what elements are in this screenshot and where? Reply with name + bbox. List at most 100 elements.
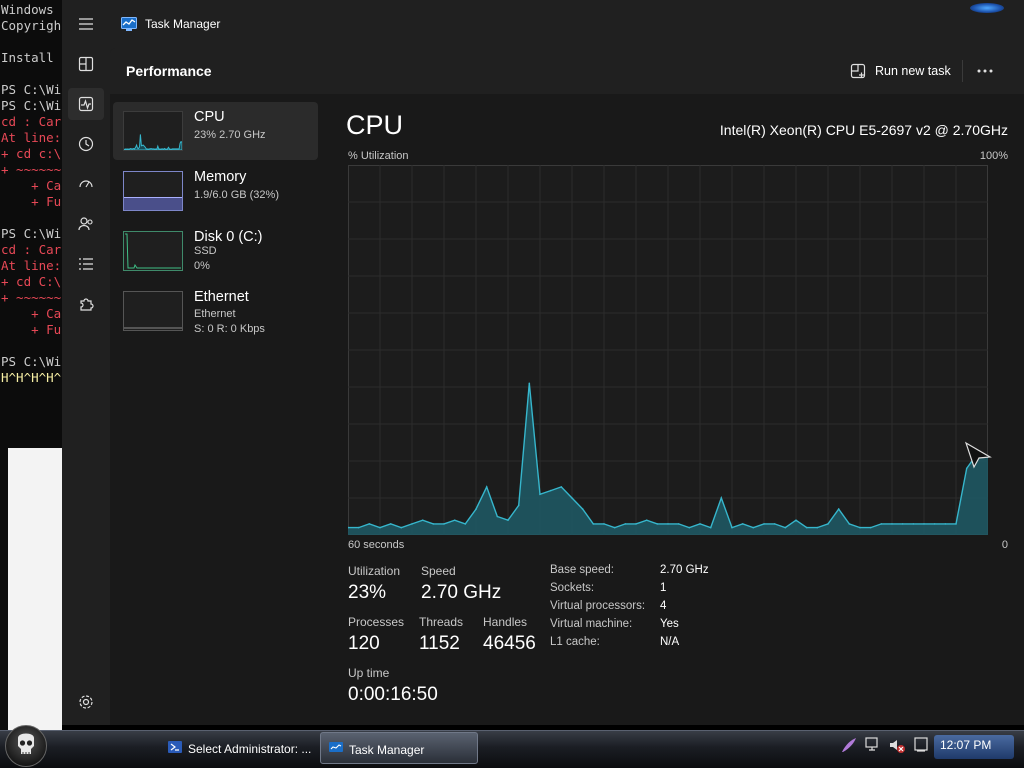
sidebar-item-cpu[interactable]: CPU 23% 2.70 GHz bbox=[113, 102, 318, 160]
start-button[interactable] bbox=[5, 725, 47, 767]
nav-processes[interactable] bbox=[68, 48, 104, 80]
cpu-data-point bbox=[955, 523, 957, 525]
taskbar-edge bbox=[0, 730, 1024, 731]
virtual-processors-label: Virtual processors: bbox=[550, 600, 646, 612]
utilization-max-label: 100% bbox=[979, 150, 1008, 162]
utilization-axis-label: % Utilization bbox=[348, 150, 409, 162]
sidebar-item-ethernet[interactable]: Ethernet Ethernet S: 0 R: 0 Kbps bbox=[113, 282, 318, 340]
nav-details[interactable] bbox=[68, 248, 104, 280]
sidebar-item-disk[interactable]: Disk 0 (C:) SSD 0% bbox=[113, 222, 318, 280]
nav-app-history[interactable] bbox=[68, 128, 104, 160]
sidebar-item-detail: 23% 2.70 GHz bbox=[194, 129, 266, 141]
sidebar-item-detail: S: 0 R: 0 Kbps bbox=[194, 323, 265, 335]
cpu-data-point bbox=[379, 526, 381, 529]
taskbar: Select Administrator: ... Task Manager 1… bbox=[0, 725, 1024, 768]
virtual-processors-value: 4 bbox=[660, 600, 667, 612]
base-speed-label: Base speed: bbox=[550, 564, 614, 576]
cpu-data-point bbox=[549, 489, 552, 492]
threads-value: 1152 bbox=[419, 633, 460, 654]
puzzle-icon bbox=[80, 298, 94, 311]
console-line: + Ca bbox=[1, 306, 62, 321]
cpu-data-point bbox=[709, 526, 712, 529]
handles-value: 46456 bbox=[483, 633, 536, 654]
handles-label: Handles bbox=[483, 615, 528, 629]
cpu-data-point bbox=[400, 526, 403, 529]
console-line: + Ca bbox=[1, 178, 62, 193]
uptime-value: 0:00:16:50 bbox=[348, 684, 438, 705]
cpu-data-point bbox=[933, 523, 936, 525]
cpu-data-point bbox=[485, 486, 488, 488]
sidebar-item-detail: 1.9/6.0 GB (32%) bbox=[194, 189, 279, 201]
title-bar[interactable]: Task Manager bbox=[62, 0, 1024, 48]
feather-icon[interactable] bbox=[840, 736, 858, 754]
nav-startup-apps[interactable] bbox=[68, 168, 104, 200]
threads-label: Threads bbox=[419, 615, 464, 629]
cpu-data-point bbox=[613, 526, 616, 529]
virtual-machine-label: Virtual machine: bbox=[550, 618, 633, 630]
taskbar-button-label: Select Administrator: ... bbox=[188, 742, 312, 756]
volume-muted-icon[interactable] bbox=[888, 736, 906, 754]
window-title: Task Manager bbox=[145, 17, 221, 31]
graph-min-label: 0 bbox=[1001, 539, 1008, 551]
header-divider bbox=[962, 60, 963, 82]
taskbar-button-powershell[interactable]: Select Administrator: ... bbox=[160, 732, 316, 764]
cpu-data-point bbox=[560, 486, 563, 488]
cpu-data-point bbox=[571, 497, 573, 499]
action-center-icon[interactable] bbox=[912, 736, 930, 754]
sidebar-item-label: Disk 0 (C:) bbox=[194, 229, 263, 245]
cpu-data-point bbox=[389, 523, 392, 525]
clock-time: 12:07 PM bbox=[940, 738, 992, 752]
sidebar-item-memory[interactable]: Memory 1.9/6.0 GB (32%) bbox=[113, 162, 318, 220]
console-line: + Fu bbox=[1, 194, 62, 209]
virtual-machine-value: Yes bbox=[660, 618, 679, 630]
cpu-data-point bbox=[795, 519, 797, 521]
page-header: Performance Run new task bbox=[110, 48, 1024, 94]
cpu-data-point bbox=[507, 519, 509, 521]
speed-value: 2.70 GHz bbox=[421, 582, 502, 603]
cpu-data-point bbox=[667, 523, 669, 525]
cpu-data-point bbox=[443, 523, 445, 525]
cpu-data-point bbox=[624, 523, 627, 525]
speed-label: Speed bbox=[421, 564, 456, 578]
cpu-data-point bbox=[720, 497, 723, 499]
nav-services[interactable] bbox=[68, 288, 104, 320]
more-options-button[interactable] bbox=[972, 60, 998, 82]
network-icon[interactable] bbox=[864, 736, 882, 754]
utilization-value: 23% bbox=[348, 582, 387, 603]
sidebar-item-label: Ethernet bbox=[194, 289, 249, 305]
cpu-data-point bbox=[528, 382, 531, 385]
clock[interactable]: 12:07 PM bbox=[934, 735, 1014, 759]
cpu-data-point bbox=[901, 523, 904, 525]
menu-button[interactable] bbox=[68, 8, 104, 40]
console-line: PS C:\Wi bbox=[1, 98, 62, 113]
utilization-label: Utilization bbox=[348, 564, 401, 578]
console-line: Install bbox=[1, 50, 54, 65]
more-dots-icon bbox=[977, 69, 993, 73]
disk-thumbnail-graph bbox=[123, 231, 183, 271]
nav-performance[interactable] bbox=[68, 88, 104, 120]
cpu-heading: CPU bbox=[346, 110, 404, 140]
console-line: cd : Car bbox=[1, 114, 62, 129]
cpu-data-point bbox=[805, 526, 808, 529]
console-line: At line: bbox=[1, 130, 62, 145]
memory-thumbnail-graph bbox=[123, 171, 183, 211]
sockets-label: Sockets: bbox=[550, 582, 595, 594]
nav-settings[interactable] bbox=[68, 686, 104, 718]
console-line: PS C:\Wi bbox=[1, 226, 62, 241]
cpu-data-point bbox=[912, 523, 915, 525]
task-manager-icon bbox=[121, 17, 137, 31]
nav-users[interactable] bbox=[68, 208, 104, 240]
cpu-data-point bbox=[603, 523, 605, 525]
cpu-data-point bbox=[453, 519, 456, 521]
sidebar-item-detail: Ethernet bbox=[194, 308, 236, 320]
speedometer-icon bbox=[79, 180, 93, 188]
taskbar-button-task-manager[interactable]: Task Manager bbox=[320, 732, 478, 764]
cpu-data-point bbox=[421, 519, 424, 521]
cpu-data-point bbox=[944, 523, 947, 525]
cpu-data-point bbox=[357, 526, 360, 529]
cpu-data-point bbox=[816, 526, 819, 529]
cpu-data-point bbox=[869, 526, 872, 529]
sidebar-item-label: CPU bbox=[194, 109, 225, 125]
cpu-model-name: Intel(R) Xeon(R) CPU E5-2697 v2 @ 2.70GH… bbox=[719, 122, 1008, 138]
memory-usage-fill bbox=[124, 197, 182, 210]
